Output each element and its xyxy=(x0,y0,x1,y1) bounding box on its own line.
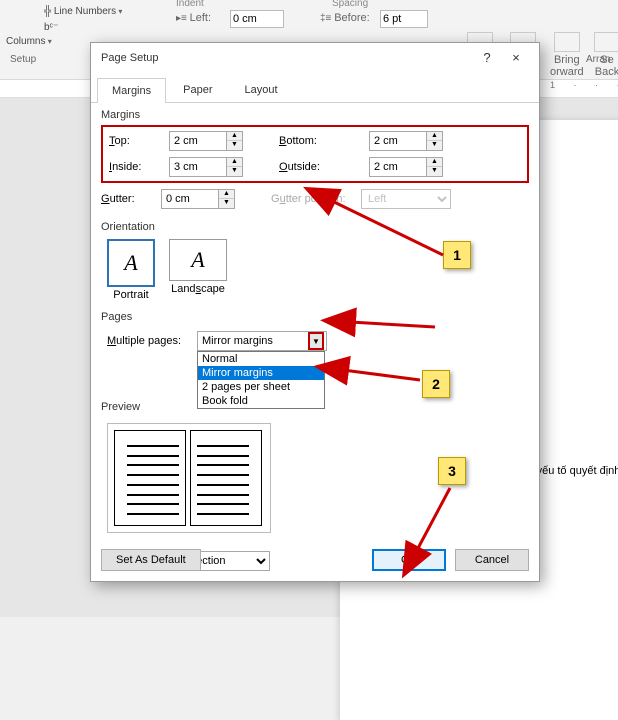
tab-paper[interactable]: Paper xyxy=(168,77,227,102)
indent-left-input[interactable] xyxy=(230,10,284,28)
top-label: Top: xyxy=(109,135,169,147)
top-input[interactable]: ▲▼ xyxy=(169,131,259,151)
spin-up-icon[interactable]: ▲ xyxy=(219,190,234,199)
annotation-badge-3: 3 xyxy=(438,457,466,485)
spin-up-icon[interactable]: ▲ xyxy=(427,132,442,141)
preview-page-left xyxy=(114,430,186,526)
margins-highlight-box: Top: ▲▼ Bottom: ▲▼ Inside: ▲▼ Outside: ▲… xyxy=(101,125,529,183)
spacing-group-label: Spacing xyxy=(332,0,368,9)
spin-down-icon[interactable]: ▼ xyxy=(227,141,242,150)
inside-input[interactable]: ▲▼ xyxy=(169,157,259,177)
page-setup-dialog: Page Setup ? × Margins Paper Layout Marg… xyxy=(90,42,540,582)
bring-forward-button[interactable]: Bringorward xyxy=(550,32,584,78)
gutter-position-select: Left xyxy=(361,189,451,209)
set-as-default-button[interactable]: Set As Default xyxy=(101,549,201,571)
preview-page-right xyxy=(190,430,262,526)
help-icon[interactable]: ? xyxy=(474,43,500,73)
spin-down-icon[interactable]: ▼ xyxy=(427,141,442,150)
dropdown-option[interactable]: Mirror margins xyxy=(198,366,324,380)
chevron-down-icon[interactable]: ▼ xyxy=(308,332,324,350)
dialog-tabs: Margins Paper Layout xyxy=(91,77,539,103)
dropdown-option[interactable]: 2 pages per sheet xyxy=(198,380,324,394)
spin-down-icon[interactable]: ▼ xyxy=(227,167,242,176)
indent-left-label: ▸≡ Left: xyxy=(176,12,211,24)
dialog-title-text: Page Setup xyxy=(101,43,159,73)
spin-up-icon[interactable]: ▲ xyxy=(227,132,242,141)
outside-input[interactable]: ▲▼ xyxy=(369,157,459,177)
gutter-label: Gutter: xyxy=(101,193,161,205)
annotation-badge-1: 1 xyxy=(443,241,471,269)
multiple-pages-label: Multiple pages: xyxy=(107,335,181,347)
line-numbers-button[interactable]: ╬ Line Numbers ▾ xyxy=(44,6,122,17)
columns-button[interactable]: Columns ▾ xyxy=(6,36,52,47)
multiple-pages-dropdown: NormalMirror margins2 pages per sheetBoo… xyxy=(197,351,325,409)
multiple-pages-value: Mirror margins xyxy=(202,335,273,347)
tab-layout[interactable]: Layout xyxy=(229,77,292,102)
orientation-section-label: Orientation xyxy=(91,215,539,235)
spin-up-icon[interactable]: ▲ xyxy=(227,158,242,167)
margins-section-label: Margins xyxy=(91,103,539,123)
portrait-label: Portrait xyxy=(113,289,148,301)
ok-button[interactable]: OK xyxy=(372,549,446,571)
multiple-pages-combo[interactable]: Mirror margins ▼ xyxy=(197,331,327,351)
close-icon[interactable]: × xyxy=(503,43,529,73)
page-setup-group-label: Setup xyxy=(10,54,36,65)
orientation-portrait[interactable]: A Portrait xyxy=(107,239,155,301)
spin-down-icon[interactable]: ▼ xyxy=(427,167,442,176)
gutter-input[interactable]: ▲▼ xyxy=(161,189,251,209)
outside-label: Outside: xyxy=(279,161,369,173)
gutter-position-label: Gutter position: xyxy=(271,193,361,205)
bottom-input[interactable]: ▲▼ xyxy=(369,131,459,151)
spin-up-icon[interactable]: ▲ xyxy=(427,158,442,167)
orientation-landscape[interactable]: A Landscape xyxy=(169,239,227,301)
tab-margins[interactable]: Margins xyxy=(97,78,166,103)
hyphenation-button[interactable]: bᶜ⁻ xyxy=(44,22,58,33)
bottom-label: Bottom: xyxy=(279,135,369,147)
dropdown-option[interactable]: Normal xyxy=(198,352,324,366)
spacing-before-label: ‡≡ Before: xyxy=(320,12,370,24)
landscape-label: Landscape xyxy=(171,283,225,295)
dropdown-option[interactable]: Book fold xyxy=(198,394,324,408)
dialog-titlebar[interactable]: Page Setup ? × xyxy=(91,43,539,73)
pages-section-label: Pages xyxy=(91,305,539,325)
spacing-before-input[interactable] xyxy=(380,10,428,28)
annotation-badge-2: 2 xyxy=(422,370,450,398)
indent-group-label: Indent xyxy=(176,0,204,9)
inside-label: Inside: xyxy=(109,161,169,173)
arrange-group-label: Arran xyxy=(586,54,610,65)
cancel-button[interactable]: Cancel xyxy=(455,549,529,571)
spin-down-icon[interactable]: ▼ xyxy=(219,199,234,208)
